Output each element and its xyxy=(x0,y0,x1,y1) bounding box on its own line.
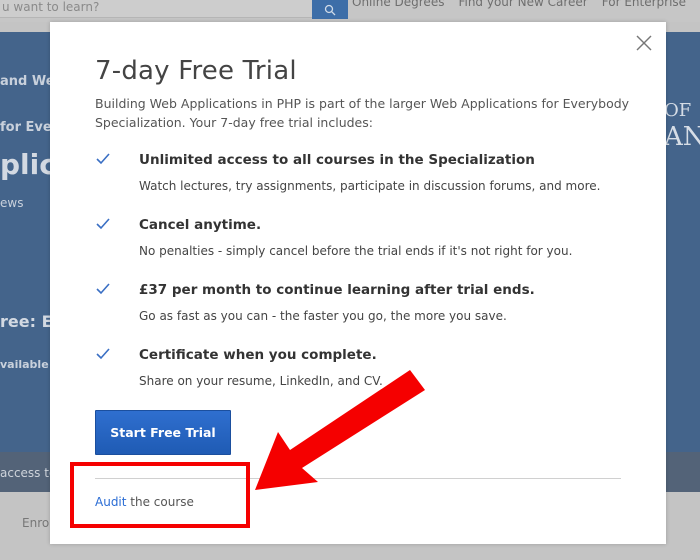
check-icon xyxy=(96,218,110,230)
search-input[interactable]: u want to learn? xyxy=(0,0,312,18)
hero-text: access to xyxy=(0,466,57,480)
close-icon xyxy=(636,35,652,51)
arrow-icon xyxy=(255,370,425,490)
check-icon xyxy=(96,348,110,360)
feature-title: Unlimited access to all courses in the S… xyxy=(139,152,535,168)
feature-title: Cancel anytime. xyxy=(139,217,262,233)
feature-item: £37 per month to continue learning after… xyxy=(95,282,655,347)
feature-title: £37 per month to continue learning after… xyxy=(139,282,535,298)
subnav-enroll[interactable]: Enrol xyxy=(22,516,53,530)
university-logo: OF xyxy=(664,100,692,121)
highlight-box xyxy=(70,462,250,528)
feature-title: Certificate when you complete. xyxy=(139,347,377,363)
start-free-trial-button[interactable]: Start Free Trial xyxy=(95,410,231,455)
close-button[interactable] xyxy=(635,34,653,52)
check-icon xyxy=(96,153,110,165)
nav-enterprise[interactable]: For Enterprise xyxy=(602,0,686,9)
modal-intro: Building Web Applications in PHP is part… xyxy=(95,96,630,130)
university-logo: AN xyxy=(664,122,700,152)
hero-text: ews xyxy=(0,196,24,210)
feature-description: Watch lectures, try assignments, partici… xyxy=(139,179,601,193)
search-button[interactable] xyxy=(312,0,348,19)
nav-online-degrees[interactable]: Online Degrees xyxy=(352,0,444,9)
nav-find-career[interactable]: Find your New Career xyxy=(458,0,587,9)
hero-text: vailable xyxy=(0,358,49,371)
feature-description: Go as fast as you can - the faster you g… xyxy=(139,309,507,323)
search-icon xyxy=(324,4,336,15)
modal-title: 7-day Free Trial xyxy=(95,56,297,86)
check-icon xyxy=(96,283,110,295)
feature-description: No penalties - simply cancel before the … xyxy=(139,244,573,258)
feature-item: Unlimited access to all courses in the S… xyxy=(95,152,655,217)
top-nav: Online Degrees Find your New Career For … xyxy=(352,0,700,9)
feature-item: Cancel anytime. No penalties - simply ca… xyxy=(95,217,655,282)
top-bar: u want to learn? Online Degrees Find you… xyxy=(0,0,700,22)
